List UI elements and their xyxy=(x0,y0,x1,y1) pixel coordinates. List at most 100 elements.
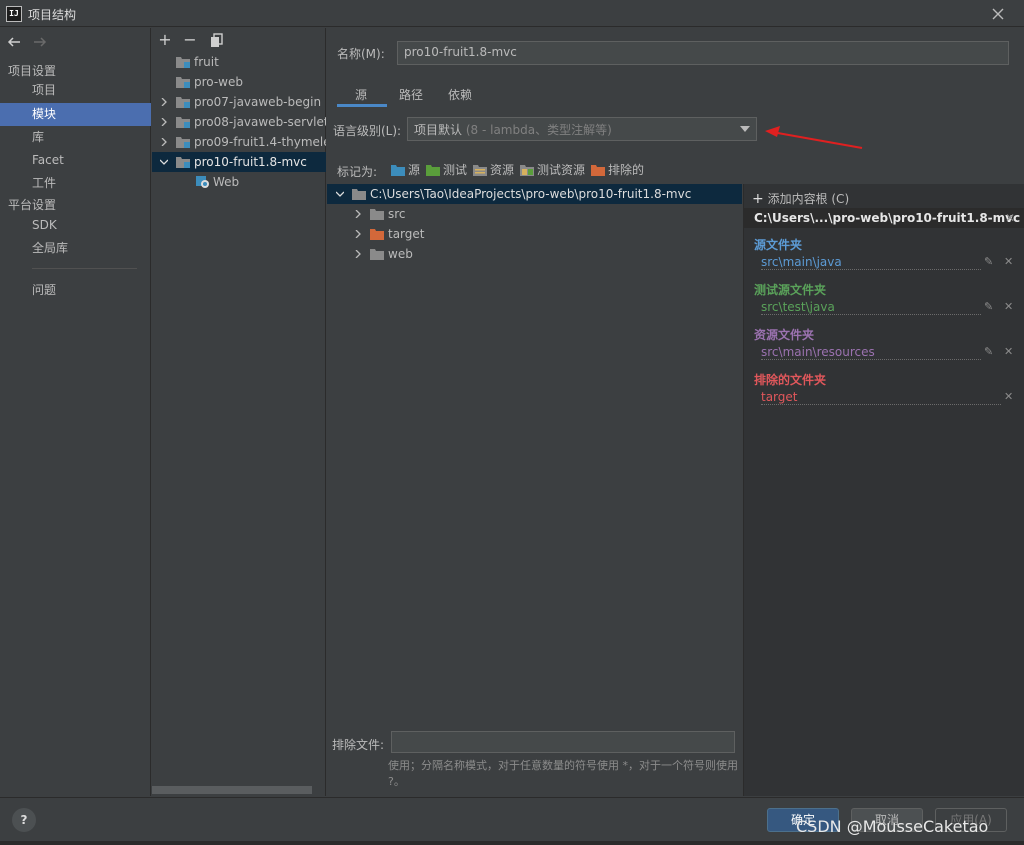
module-item-pro-web[interactable]: pro-web xyxy=(152,72,326,92)
test-folder-icon xyxy=(426,164,440,176)
module-toolbar: + − xyxy=(152,28,326,52)
test-resources-folder-icon xyxy=(520,164,534,176)
module-folder-icon xyxy=(176,156,190,168)
excluded-folder-icon xyxy=(370,228,384,240)
tab-paths[interactable]: 路径 xyxy=(399,86,423,106)
edit-pencil-icon[interactable]: ✎ xyxy=(984,255,993,268)
chevron-right-icon[interactable] xyxy=(160,98,168,106)
dropdown-arrow-icon xyxy=(740,126,750,132)
chevron-right-icon[interactable] xyxy=(160,118,168,126)
settings-nav: 项目设置 项目 模块 库 Facet 工件 平台设置 SDK 全局库 问题 xyxy=(0,28,151,796)
exclude-files-label: 排除文件: xyxy=(332,738,385,752)
content-root-tree: C:\Users\Tao\IdeaProjects\pro-web\pro10-… xyxy=(327,184,742,724)
intellij-app-icon: IJ xyxy=(6,6,22,22)
tree-item-target[interactable]: target xyxy=(327,224,742,244)
nav-item-global-libraries[interactable]: 全局库 xyxy=(0,237,151,260)
exclude-files-hint: 使用；分隔名称模式，对于任意数量的符号使用 *，对于一个符号则使用 ?。 xyxy=(388,759,738,788)
module-folder-icon xyxy=(176,96,190,108)
nav-section-project-settings: 项目设置 xyxy=(8,64,57,78)
window-title: 项目结构 xyxy=(28,8,77,22)
module-folder-icon xyxy=(176,76,190,88)
excluded-folder-icon xyxy=(591,164,605,176)
mark-as-test-resources-button[interactable]: 测试资源 xyxy=(520,162,585,178)
resources-folder-icon xyxy=(473,164,487,176)
excluded-folders-title: 排除的文件夹 xyxy=(754,373,827,387)
excluded-folder-path: target xyxy=(761,390,1001,405)
nav-item-project[interactable]: 项目 xyxy=(0,79,151,102)
help-button[interactable]: ? xyxy=(12,808,36,832)
folder-icon xyxy=(352,188,366,200)
tree-root-row[interactable]: C:\Users\Tao\IdeaProjects\pro-web\pro10-… xyxy=(327,184,742,204)
tree-item-web[interactable]: web xyxy=(327,244,742,264)
web-facet-icon xyxy=(196,176,210,188)
chevron-right-icon[interactable] xyxy=(354,230,362,238)
mark-as-excluded-button[interactable]: 排除的 xyxy=(591,162,644,178)
edit-pencil-icon[interactable]: ✎ xyxy=(984,345,993,358)
edit-pencil-icon[interactable]: ✎ xyxy=(984,300,993,313)
taskbar-strip xyxy=(0,841,1024,845)
nav-item-libraries[interactable]: 库 xyxy=(0,126,151,149)
folder-icon xyxy=(370,248,384,260)
nav-history xyxy=(6,34,56,50)
add-content-root-button[interactable]: + 添加内容根 (C) xyxy=(752,190,849,207)
module-item-pro07[interactable]: pro07-javaweb-begin xyxy=(152,92,326,112)
forward-arrow-icon[interactable] xyxy=(32,34,48,50)
tab-dependencies[interactable]: 依赖 xyxy=(448,86,472,106)
nav-item-facets[interactable]: Facet xyxy=(0,149,151,172)
chevron-right-icon[interactable] xyxy=(354,250,362,258)
module-folder-icon xyxy=(176,116,190,128)
resource-folders-title: 资源文件夹 xyxy=(754,328,815,342)
nav-item-problems[interactable]: 问题 xyxy=(0,279,151,302)
source-folder-path: src\main\java xyxy=(761,255,981,270)
source-folders-title: 源文件夹 xyxy=(754,238,803,252)
remove-folder-icon[interactable]: ✕ xyxy=(1004,300,1013,313)
nav-section-platform-settings: 平台设置 xyxy=(8,198,57,212)
remove-module-button[interactable]: − xyxy=(181,31,199,49)
chevron-right-icon[interactable] xyxy=(160,138,168,146)
remove-content-root-icon[interactable]: ✕ xyxy=(1005,208,1015,228)
language-level-label: 语言级别(L): xyxy=(333,124,402,138)
nav-item-modules[interactable]: 模块 xyxy=(0,103,151,126)
language-level-select[interactable]: 项目默认 (8 - lambda、类型注解等) xyxy=(407,117,757,141)
language-level-value: 项目默认 xyxy=(414,123,463,137)
resource-folder-path: src\main\resources xyxy=(761,345,981,360)
mark-as-tests-button[interactable]: 测试 xyxy=(426,162,467,178)
module-item-pro10[interactable]: pro10-fruit1.8-mvc xyxy=(152,152,326,172)
module-item-fruit[interactable]: fruit xyxy=(152,52,326,72)
exclude-files-input[interactable] xyxy=(391,731,735,753)
nav-item-artifacts[interactable]: 工件 xyxy=(0,172,151,195)
folder-icon xyxy=(370,208,384,220)
close-icon[interactable] xyxy=(988,4,1008,24)
tree-item-src[interactable]: src xyxy=(327,204,742,224)
tab-sources[interactable]: 源 xyxy=(355,86,367,106)
name-label: 名称(M): xyxy=(337,47,385,61)
chevron-down-icon[interactable] xyxy=(336,190,344,198)
mark-as-sources-button[interactable]: 源 xyxy=(391,162,420,178)
module-folder-icon xyxy=(176,136,190,148)
sources-folder-icon xyxy=(391,164,405,176)
remove-folder-icon[interactable]: ✕ xyxy=(1004,345,1013,358)
mark-as-label: 标记为: xyxy=(337,165,378,179)
module-item-pro09[interactable]: pro09-fruit1.4-thymeleaf xyxy=(152,132,326,152)
title-bar xyxy=(0,0,1024,27)
nav-divider xyxy=(32,268,137,269)
nav-item-sdk[interactable]: SDK xyxy=(0,214,151,237)
module-list-scrollbar[interactable] xyxy=(152,786,312,794)
remove-folder-icon[interactable]: ✕ xyxy=(1004,255,1013,268)
module-list: + − fruit pro-web pro07-javaweb-begin pr… xyxy=(152,28,326,796)
plus-icon: + xyxy=(752,191,764,207)
csdn-watermark: CSDN @MousseCaketao xyxy=(796,817,989,836)
add-module-button[interactable]: + xyxy=(156,31,174,49)
module-name-input[interactable]: pro10-fruit1.8-mvc xyxy=(397,41,1009,65)
module-item-pro08[interactable]: pro08-javaweb-servlet xyxy=(152,112,326,132)
chevron-down-icon[interactable] xyxy=(160,158,168,166)
remove-folder-icon[interactable]: ✕ xyxy=(1004,390,1013,403)
mark-as-resources-button[interactable]: 资源 xyxy=(473,162,514,178)
back-arrow-icon[interactable] xyxy=(6,34,22,50)
facet-item-web[interactable]: Web xyxy=(152,172,326,192)
content-root-panel: + 添加内容根 (C) C:\Users\...\pro-web\pro10-f… xyxy=(743,184,1024,796)
copy-module-icon[interactable] xyxy=(208,31,226,49)
active-tab-indicator xyxy=(337,104,387,107)
language-level-hint: (8 - lambda、类型注解等) xyxy=(465,123,612,137)
chevron-right-icon[interactable] xyxy=(354,210,362,218)
